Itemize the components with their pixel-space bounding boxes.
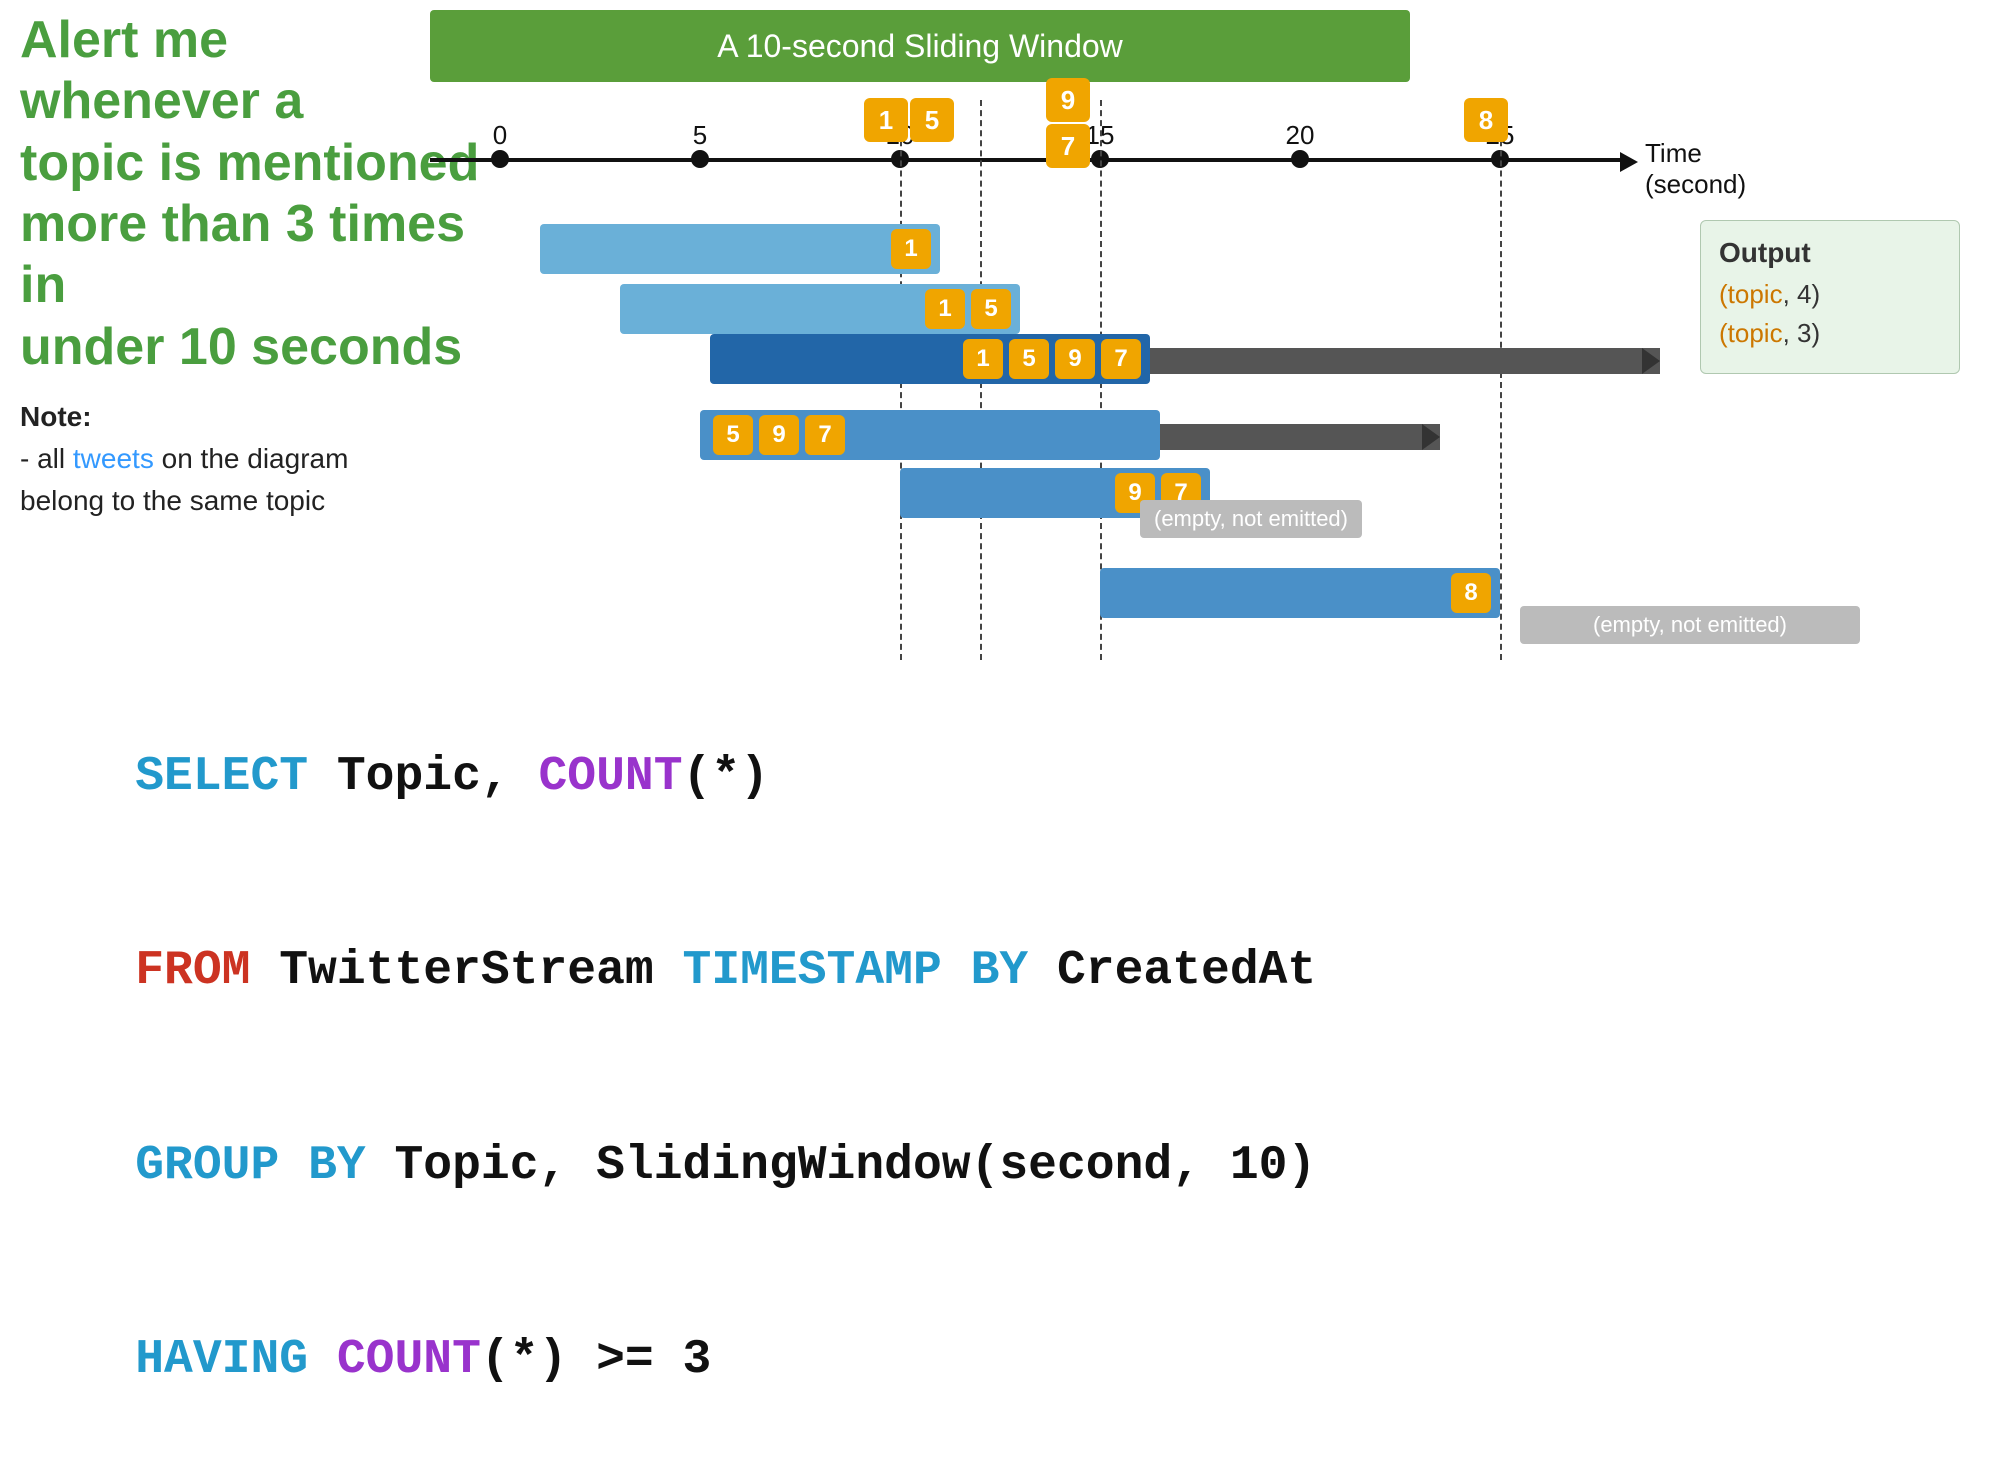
timeline bbox=[430, 158, 1630, 162]
badge-2b: 5 bbox=[971, 289, 1011, 329]
win-bar-4: 5 9 7 bbox=[700, 410, 1160, 460]
alert-line2: topic is mentioned bbox=[20, 134, 479, 192]
badge-6a: 8 bbox=[1451, 573, 1491, 613]
note-text1: - all bbox=[20, 443, 73, 474]
sql-slidingwindow: SlidingWindow(second, 10) bbox=[596, 1139, 1316, 1193]
tick-20: 20 bbox=[1286, 120, 1315, 151]
win-bar-1: 1 bbox=[540, 224, 940, 274]
event-bubble-5-top: 5 bbox=[910, 98, 954, 142]
output-item-1: (topic, 4) bbox=[1719, 279, 1941, 310]
diagram-area: A 10-second Sliding Window Time (second)… bbox=[430, 10, 1960, 670]
tick-0: 0 bbox=[493, 120, 507, 151]
timeline-arrow bbox=[1620, 152, 1638, 172]
badge-3c: 9 bbox=[1055, 339, 1095, 379]
kw-group: GROUP bbox=[135, 1139, 279, 1193]
alert-line3: more than 3 times in bbox=[20, 195, 465, 314]
sql-topic2: Topic, bbox=[366, 1139, 596, 1193]
note-label: Note bbox=[20, 401, 82, 432]
kw-select: SELECT bbox=[135, 750, 308, 804]
badge-1a: 1 bbox=[891, 229, 931, 269]
kw-count1: COUNT bbox=[538, 750, 682, 804]
kw-having: HAVING bbox=[135, 1333, 308, 1387]
sql-section: SELECT Topic, COUNT(*) FROM TwitterStrea… bbox=[20, 680, 1320, 1458]
sql-line-2: FROM TwitterStream TIMESTAMP BY CreatedA… bbox=[20, 874, 1320, 1068]
timeline-label-line1: Time bbox=[1645, 138, 1746, 169]
event-bubble-9-stacked-top: 9 bbox=[1046, 78, 1090, 122]
sql-createdat: CreatedAt bbox=[1028, 944, 1316, 998]
sql-space2 bbox=[308, 1333, 337, 1387]
header-bar-text: A 10-second Sliding Window bbox=[717, 28, 1123, 65]
win-bar-3: 1 5 9 7 bbox=[710, 334, 1150, 384]
note-section: Note: - all tweets on the diagram belong… bbox=[20, 396, 480, 522]
dot-0 bbox=[491, 150, 509, 168]
event-bubble-7-stacked-top: 7 bbox=[1046, 124, 1090, 168]
badge-3a: 1 bbox=[963, 339, 1003, 379]
badge-3b: 5 bbox=[1009, 339, 1049, 379]
win-bar-3-arrow bbox=[1642, 348, 1660, 374]
dashed-line-25 bbox=[1500, 100, 1502, 660]
sql-by1 bbox=[942, 944, 971, 998]
output-title: Output bbox=[1719, 237, 1941, 269]
empty-label-2: (empty, not emitted) bbox=[1520, 606, 1860, 644]
sql-line-3: GROUP BY Topic, SlidingWindow(second, 10… bbox=[20, 1069, 1320, 1263]
alert-line4: under 10 seconds bbox=[20, 318, 462, 376]
win-bar-4-ext bbox=[1160, 424, 1440, 450]
left-panel: Alert me whenever a topic is mentioned m… bbox=[20, 10, 480, 522]
output-num-1: , 4) bbox=[1783, 279, 1821, 309]
sql-twitterstream: TwitterStream bbox=[250, 944, 682, 998]
win-bar-4-arrow bbox=[1422, 424, 1440, 450]
win-bar-3-ext bbox=[1150, 348, 1660, 374]
tweets-word: tweets bbox=[73, 443, 154, 474]
kw-by1: BY bbox=[971, 944, 1029, 998]
sql-space bbox=[279, 1139, 308, 1193]
kw-by2: BY bbox=[308, 1139, 366, 1193]
note-text3: belong to the same topic bbox=[20, 485, 325, 516]
win-bar-2: 1 5 bbox=[620, 284, 1020, 334]
tick-5: 5 bbox=[693, 120, 707, 151]
sql-gte3: (*) >= 3 bbox=[481, 1333, 711, 1387]
output-topic-2: (topic bbox=[1719, 318, 1783, 348]
dot-5 bbox=[691, 150, 709, 168]
alert-line1: Alert me whenever a bbox=[20, 11, 303, 130]
header-bar: A 10-second Sliding Window bbox=[430, 10, 1410, 82]
timeline-label: Time (second) bbox=[1645, 138, 1746, 200]
badge-4a: 5 bbox=[713, 415, 753, 455]
badge-2a: 1 bbox=[925, 289, 965, 329]
event-bubble-8-top: 8 bbox=[1464, 98, 1508, 142]
note-text2: on the diagram bbox=[154, 443, 349, 474]
empty-label-1: (empty, not emitted) bbox=[1140, 500, 1362, 538]
output-box: Output (topic, 4) (topic, 3) bbox=[1700, 220, 1960, 374]
sql-star1: (*) bbox=[683, 750, 769, 804]
dot-20 bbox=[1291, 150, 1309, 168]
badge-4c: 7 bbox=[805, 415, 845, 455]
sql-line-4: HAVING COUNT(*) >= 3 bbox=[20, 1263, 1320, 1457]
output-item-2: (topic, 3) bbox=[1719, 318, 1941, 349]
event-bubble-1-top: 1 bbox=[864, 98, 908, 142]
output-topic-1: (topic bbox=[1719, 279, 1783, 309]
badge-4b: 9 bbox=[759, 415, 799, 455]
timeline-label-line2: (second) bbox=[1645, 169, 1746, 200]
badge-3d: 7 bbox=[1101, 339, 1141, 379]
sql-topic1: Topic, bbox=[308, 750, 538, 804]
kw-timestamp: TIMESTAMP bbox=[683, 944, 942, 998]
win-bar-6: 8 bbox=[1100, 568, 1500, 618]
kw-count2: COUNT bbox=[337, 1333, 481, 1387]
alert-text: Alert me whenever a topic is mentioned m… bbox=[20, 10, 480, 378]
sql-line-1: SELECT Topic, COUNT(*) bbox=[20, 680, 1320, 874]
kw-from: FROM bbox=[135, 944, 250, 998]
output-num-2: , 3) bbox=[1783, 318, 1821, 348]
